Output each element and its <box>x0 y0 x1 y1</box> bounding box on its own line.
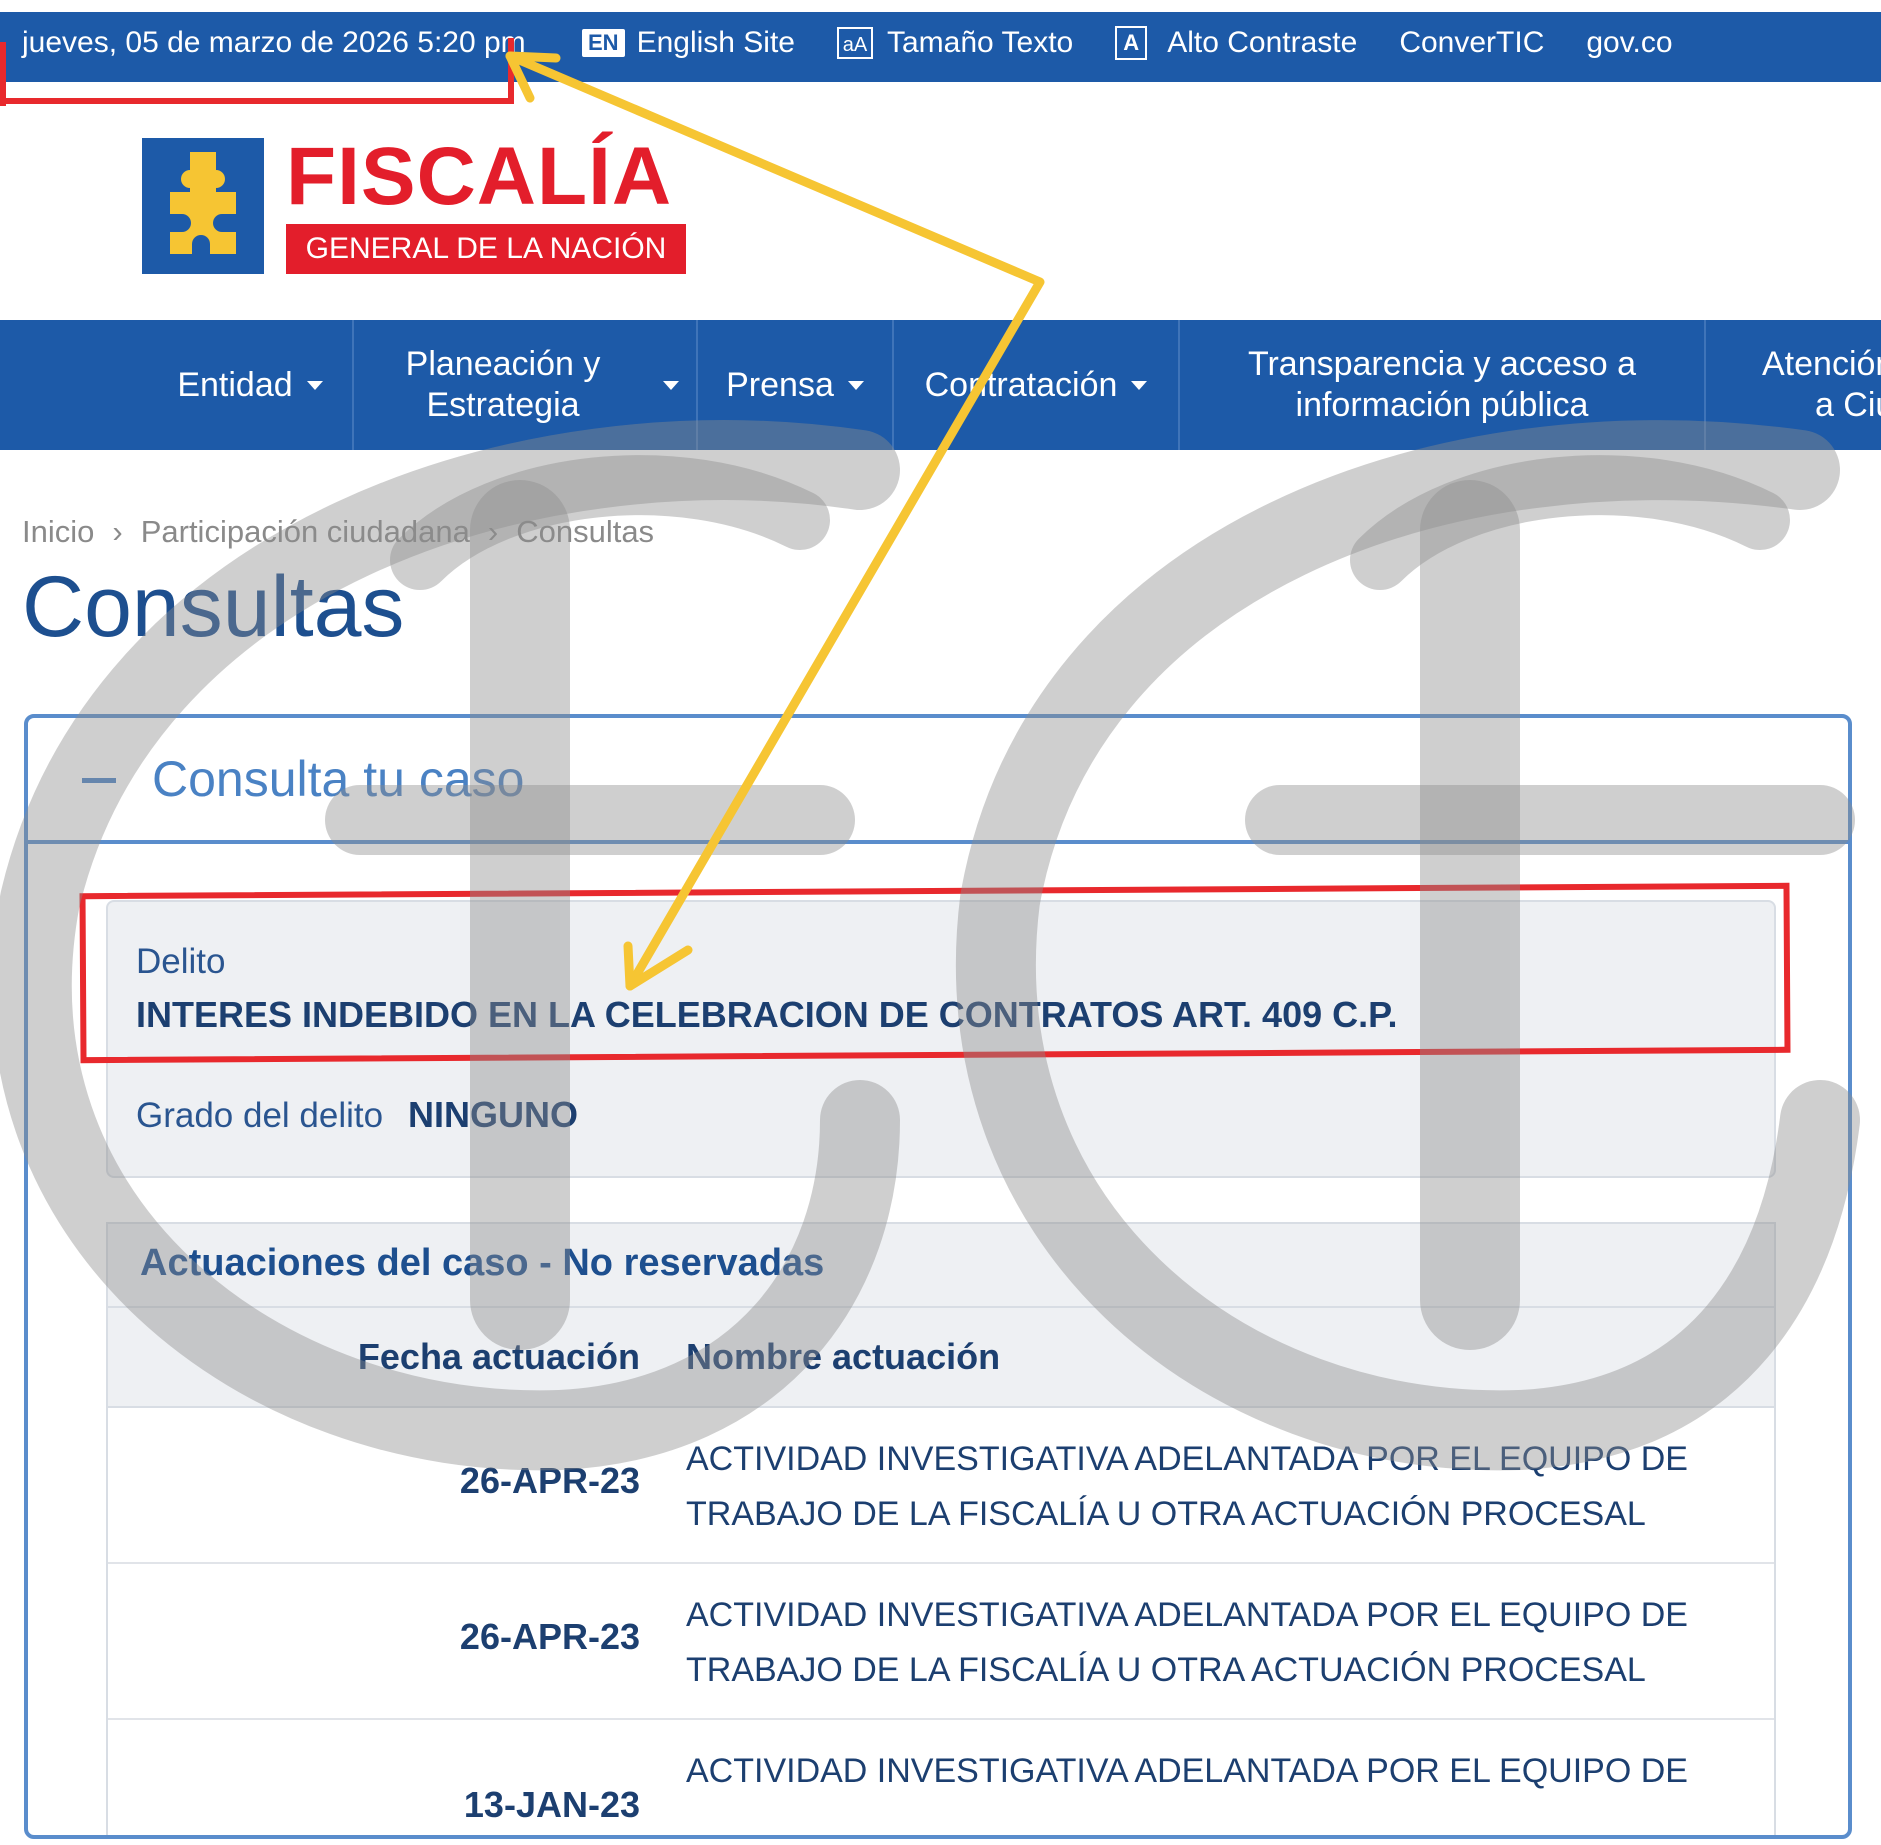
text-size-label: Tamaño Texto <box>887 26 1074 59</box>
table-row: 26-APR-23 ACTIVIDAD INVESTIGATIVA ADELAN… <box>108 1564 1774 1720</box>
nav-label-line-1: Planeación y <box>405 345 601 383</box>
logo-wordmark: FISCALÍA <box>286 131 673 222</box>
row-name-line-2: TRABAJO DE LA FISCALÍA U OTRA ACTUACIÓN … <box>686 1495 1646 1533</box>
text-size-link[interactable]: aA Tamaño Texto <box>837 26 1073 60</box>
high-contrast-label: Alto Contraste <box>1167 26 1358 59</box>
high-contrast-link[interactable]: A Alto Contraste <box>1115 26 1357 60</box>
caret-down-icon <box>847 380 864 390</box>
red-annotation-edge <box>0 42 6 106</box>
grado-value: NINGUNO <box>408 1094 578 1135</box>
convertic-link[interactable]: ConverTIC <box>1399 26 1544 60</box>
row-name: ACTIVIDAD INVESTIGATIVA ADELANTADA POR E… <box>686 1588 1726 1698</box>
breadcrumb-current: Consultas <box>516 514 655 549</box>
nav-divider <box>1704 320 1706 450</box>
actuaciones-section: Actuaciones del caso - No reservadas Fec… <box>106 1222 1776 1835</box>
english-site-label: English Site <box>636 26 795 59</box>
table-row: 13-JAN-23 ACTIVIDAD INVESTIGATIVA ADELAN… <box>108 1720 1774 1835</box>
table-header-row: Fecha actuación Nombre actuación <box>108 1308 1774 1408</box>
contrast-icon: A <box>1115 26 1148 60</box>
nav-label: Contratación <box>924 365 1118 404</box>
english-flag-icon: EN <box>582 29 625 57</box>
actuaciones-title: Actuaciones del caso - No reservadas <box>140 1242 825 1284</box>
caret-down-icon <box>306 380 323 390</box>
page-title: Consultas <box>22 559 405 655</box>
nav-item-contratacion[interactable]: Contratación <box>896 320 1176 450</box>
breadcrumb: Inicio › Participación ciudadana › Consu… <box>22 514 654 550</box>
nav-divider <box>892 320 894 450</box>
logo-square <box>142 138 264 274</box>
row-date: 26-APR-23 <box>459 1460 640 1501</box>
nav-divider <box>696 320 698 450</box>
nav-divider <box>1178 320 1180 450</box>
govco-link[interactable]: gov.co <box>1586 26 1672 60</box>
row-name-line-2: TRABAJO DE LA FISCALÍA U OTRA ACTUACIÓN … <box>686 1651 1646 1689</box>
grado-label: Grado del delito <box>136 1096 384 1135</box>
nav-item-planeacion[interactable]: Planeación y Estrategia <box>356 320 696 450</box>
puzzle-logo-icon <box>170 152 236 254</box>
logo-subtitle: GENERAL DE LA NACIÓN <box>286 224 686 274</box>
nav-item-prensa[interactable]: Prensa <box>700 320 890 450</box>
nav-divider <box>352 320 354 450</box>
row-date: 26-APR-23 <box>459 1616 640 1657</box>
nav-label-line-1: Transparencia y acceso a <box>1247 345 1637 383</box>
accordion-header[interactable]: Consulta tu caso <box>28 718 1848 844</box>
main-navigation: Entidad Planeación y Estrategia Prensa C… <box>0 320 1881 450</box>
nav-label-line-2: Estrategia <box>426 386 580 424</box>
red-annotation-underline <box>0 38 514 104</box>
consulta-card: Consulta tu caso Delito INTERES INDEBIDO… <box>24 714 1852 1839</box>
nav-label-line-1: Atención <box>1762 345 1881 383</box>
row-name: ACTIVIDAD INVESTIGATIVA ADELANTADA POR E… <box>686 1744 1726 1799</box>
text-size-icon: aA <box>837 27 873 59</box>
breadcrumb-participacion[interactable]: Participación ciudadana <box>141 514 470 550</box>
breadcrumb-separator: › <box>487 514 499 549</box>
nav-label: Prensa <box>726 365 834 404</box>
accordion-title: Consulta tu caso <box>152 751 525 807</box>
nav-label-line-2: a Ciu <box>1814 386 1881 424</box>
column-header-nombre: Nombre actuación <box>686 1336 1001 1377</box>
table-row: 26-APR-23 ACTIVIDAD INVESTIGATIVA ADELAN… <box>108 1408 1774 1564</box>
row-name-line-1: ACTIVIDAD INVESTIGATIVA ADELANTADA POR E… <box>686 1596 1688 1634</box>
minus-icon[interactable] <box>82 778 116 783</box>
row-name-line-1: ACTIVIDAD INVESTIGATIVA ADELANTADA POR E… <box>686 1752 1688 1790</box>
row-name-line-1: ACTIVIDAD INVESTIGATIVA ADELANTADA POR E… <box>686 1440 1688 1478</box>
nav-label: Entidad <box>177 365 293 404</box>
row-date: 13-JAN-23 <box>463 1784 640 1825</box>
breadcrumb-inicio[interactable]: Inicio <box>22 514 94 550</box>
utility-links: EN English Site aA Tamaño Texto A Alto C… <box>582 26 1715 60</box>
red-annotation-box <box>79 882 1791 1064</box>
row-name: ACTIVIDAD INVESTIGATIVA ADELANTADA POR E… <box>686 1432 1726 1542</box>
nav-item-transparencia[interactable]: Transparencia y acceso a información púb… <box>1182 320 1702 450</box>
column-header-fecha: Fecha actuación <box>357 1336 640 1377</box>
actuaciones-header: Actuaciones del caso - No reservadas <box>108 1222 1774 1308</box>
nav-item-atencion[interactable]: Atención a Ciu <box>1708 320 1881 450</box>
nav-label-line-2: información pública <box>1295 386 1589 424</box>
nav-item-entidad[interactable]: Entidad <box>150 320 350 450</box>
breadcrumb-separator: › <box>112 514 123 549</box>
caret-down-icon <box>663 380 679 390</box>
english-site-link[interactable]: EN English Site <box>582 26 795 60</box>
caret-down-icon <box>1131 380 1148 390</box>
